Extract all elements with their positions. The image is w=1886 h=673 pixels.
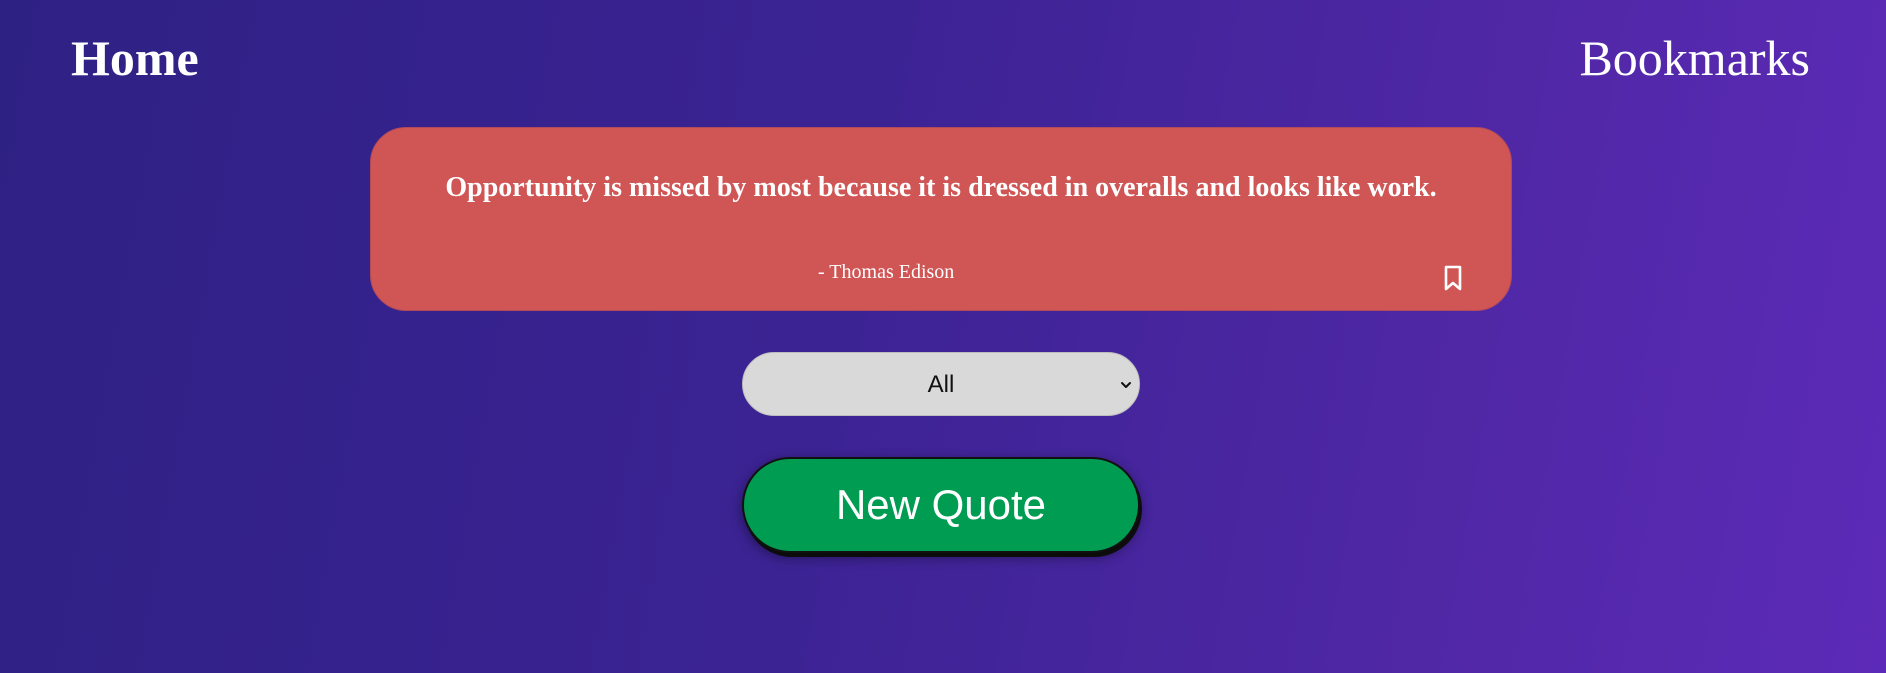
bookmark-icon[interactable] <box>1441 264 1465 292</box>
nav-bookmarks-link[interactable]: Bookmarks <box>1579 28 1810 88</box>
new-quote-button[interactable]: New Quote <box>742 457 1140 553</box>
new-quote-label: New Quote <box>835 481 1047 528</box>
top-nav: Home Bookmarks <box>0 0 1886 120</box>
nav-home-link[interactable]: Home <box>71 28 199 88</box>
category-select[interactable]: All <box>742 352 1140 416</box>
quote-author: - Thomas Edison <box>818 261 955 283</box>
bookmark-outline-icon <box>1444 265 1462 291</box>
category-select-value: All <box>927 371 955 398</box>
quote-text: Opportunity is missed by most because it… <box>445 172 1437 203</box>
chevron-down-icon <box>1121 382 1131 388</box>
quote-card: Opportunity is missed by most because it… <box>370 127 1512 311</box>
